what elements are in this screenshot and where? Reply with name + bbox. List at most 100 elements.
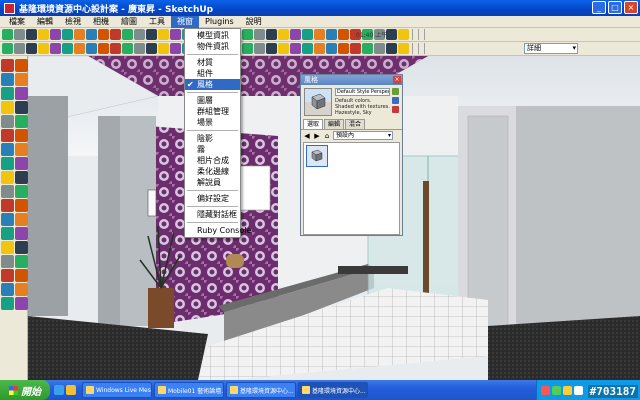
maximize-button[interactable]: □ bbox=[608, 1, 622, 14]
menu-item[interactable]: 檢視 bbox=[59, 16, 87, 28]
paste-icon[interactable] bbox=[338, 43, 349, 54]
paste-icon[interactable] bbox=[62, 43, 73, 54]
save-icon[interactable] bbox=[302, 43, 313, 54]
polygon-icon[interactable] bbox=[1, 115, 14, 128]
tray-network-icon[interactable] bbox=[552, 385, 561, 395]
push-pull-icon[interactable] bbox=[86, 29, 97, 40]
dimension-icon[interactable] bbox=[15, 171, 28, 184]
eraser-icon[interactable] bbox=[62, 29, 73, 40]
arc-icon[interactable] bbox=[15, 87, 28, 100]
3d-text-icon[interactable] bbox=[15, 199, 28, 212]
window-menu-item[interactable]: 物件資訊 bbox=[185, 41, 240, 52]
circle-icon[interactable] bbox=[278, 29, 289, 40]
sandbox-icon[interactable] bbox=[1, 283, 14, 296]
taskbar-task-button[interactable]: Mobile01 藝術論壇... bbox=[154, 382, 224, 398]
rectangle-icon[interactable] bbox=[266, 29, 277, 40]
top-icon[interactable] bbox=[134, 43, 145, 54]
styles-tab[interactable]: 混合 bbox=[345, 119, 366, 129]
styles-tab[interactable]: 選取 bbox=[303, 119, 324, 129]
paint-bucket-icon[interactable] bbox=[1, 73, 14, 86]
window-menu-item[interactable]: 柔化邊線 bbox=[185, 166, 240, 177]
move-icon[interactable] bbox=[1, 129, 14, 142]
undo-icon[interactable] bbox=[86, 43, 97, 54]
home-icon[interactable]: ⌂ bbox=[323, 132, 331, 140]
window-menu-item[interactable]: 群組管理 bbox=[185, 106, 240, 117]
window-menu-item[interactable]: ✔ 風格 bbox=[185, 79, 240, 90]
copy-icon[interactable] bbox=[326, 43, 337, 54]
undo-icon[interactable] bbox=[362, 43, 373, 54]
pencil-icon[interactable] bbox=[1, 87, 14, 100]
push-pull-icon[interactable] bbox=[15, 129, 28, 142]
move-icon[interactable] bbox=[98, 29, 109, 40]
rectangle-icon[interactable] bbox=[1, 101, 14, 114]
style-name-field[interactable]: Default Style Perspective bbox=[335, 88, 390, 96]
eraser-icon[interactable] bbox=[15, 73, 28, 86]
menu-item[interactable]: 視窗 bbox=[171, 15, 199, 28]
pencil-icon[interactable] bbox=[14, 29, 25, 40]
hide-details-icon[interactable] bbox=[392, 106, 399, 113]
arc-icon[interactable] bbox=[50, 29, 61, 40]
tape-measure-icon[interactable] bbox=[1, 171, 14, 184]
zoom-icon[interactable] bbox=[1, 227, 14, 240]
pencil-icon[interactable] bbox=[254, 29, 265, 40]
tape-icon[interactable] bbox=[146, 29, 157, 40]
text-icon[interactable] bbox=[158, 29, 169, 40]
offset-icon[interactable] bbox=[134, 29, 145, 40]
arc-icon[interactable] bbox=[290, 29, 301, 40]
styles-dialog-titlebar[interactable]: 風格 × bbox=[301, 75, 402, 85]
save-icon[interactable] bbox=[26, 43, 37, 54]
select-icon[interactable] bbox=[2, 29, 13, 40]
print-icon[interactable] bbox=[386, 43, 397, 54]
window-menu-item[interactable]: 組件 bbox=[185, 68, 240, 79]
window-menu-item[interactable]: 偏好設定 bbox=[185, 193, 240, 204]
back-icon[interactable] bbox=[170, 43, 181, 54]
position-camera-icon[interactable] bbox=[1, 255, 14, 268]
minimize-button[interactable]: _ bbox=[592, 1, 606, 14]
tray-alert-icon[interactable] bbox=[541, 385, 550, 395]
back-arrow-icon[interactable]: ◀ bbox=[303, 132, 311, 140]
collection-select[interactable]: 預設內 bbox=[333, 131, 393, 140]
cut-icon[interactable] bbox=[314, 43, 325, 54]
delete-icon[interactable] bbox=[350, 43, 361, 54]
select-icon[interactable] bbox=[242, 29, 253, 40]
menu-item[interactable]: Plugins bbox=[199, 16, 240, 28]
right-icon[interactable] bbox=[158, 43, 169, 54]
open-icon[interactable] bbox=[14, 43, 25, 54]
walk-icon[interactable] bbox=[15, 255, 28, 268]
delete-icon[interactable] bbox=[74, 43, 85, 54]
start-button[interactable]: 開始 bbox=[0, 380, 50, 400]
zoom-window-icon[interactable] bbox=[15, 227, 28, 240]
tray-volume-icon[interactable] bbox=[563, 385, 572, 395]
paint-icon[interactable] bbox=[314, 29, 325, 40]
window-menu-item[interactable]: 隱藏對話框 bbox=[185, 209, 240, 220]
redo-icon[interactable] bbox=[374, 43, 385, 54]
add-location-icon[interactable] bbox=[1, 297, 14, 310]
menu-item[interactable]: 說明 bbox=[240, 16, 268, 28]
copy-icon[interactable] bbox=[50, 43, 61, 54]
previous-icon[interactable] bbox=[15, 241, 28, 254]
dialog-close-icon[interactable]: × bbox=[393, 76, 401, 84]
window-menu-item[interactable]: 模型資訊 bbox=[185, 30, 240, 41]
rectangle-icon[interactable] bbox=[26, 29, 37, 40]
iso-icon[interactable] bbox=[122, 43, 133, 54]
rotate-icon[interactable] bbox=[1, 143, 14, 156]
window-menu-item[interactable]: 場景 bbox=[185, 117, 240, 128]
ie-quicklaunch-icon[interactable] bbox=[54, 385, 64, 395]
create-style-icon[interactable] bbox=[392, 88, 399, 95]
window-menu-item[interactable]: 陰影 bbox=[185, 133, 240, 144]
orbit-icon[interactable] bbox=[1, 213, 14, 226]
textured-icon[interactable] bbox=[242, 43, 253, 54]
style-description[interactable]: Default colors. Shaded with textures. Ha… bbox=[335, 98, 390, 116]
zoom-extents-icon[interactable] bbox=[1, 241, 14, 254]
paint-icon[interactable] bbox=[74, 29, 85, 40]
text-icon[interactable] bbox=[398, 29, 409, 40]
monochrome-icon[interactable] bbox=[254, 43, 265, 54]
menu-item[interactable]: 檔案 bbox=[3, 16, 31, 28]
scale-icon[interactable] bbox=[1, 157, 14, 170]
window-menu-item[interactable]: 解說員 bbox=[185, 177, 240, 188]
front-icon[interactable] bbox=[146, 43, 157, 54]
new-icon[interactable] bbox=[2, 43, 13, 54]
update-style-icon[interactable] bbox=[392, 97, 399, 104]
print-icon[interactable] bbox=[110, 43, 121, 54]
taskbar-task-button[interactable]: 基隆環境資源中心... bbox=[226, 382, 296, 398]
